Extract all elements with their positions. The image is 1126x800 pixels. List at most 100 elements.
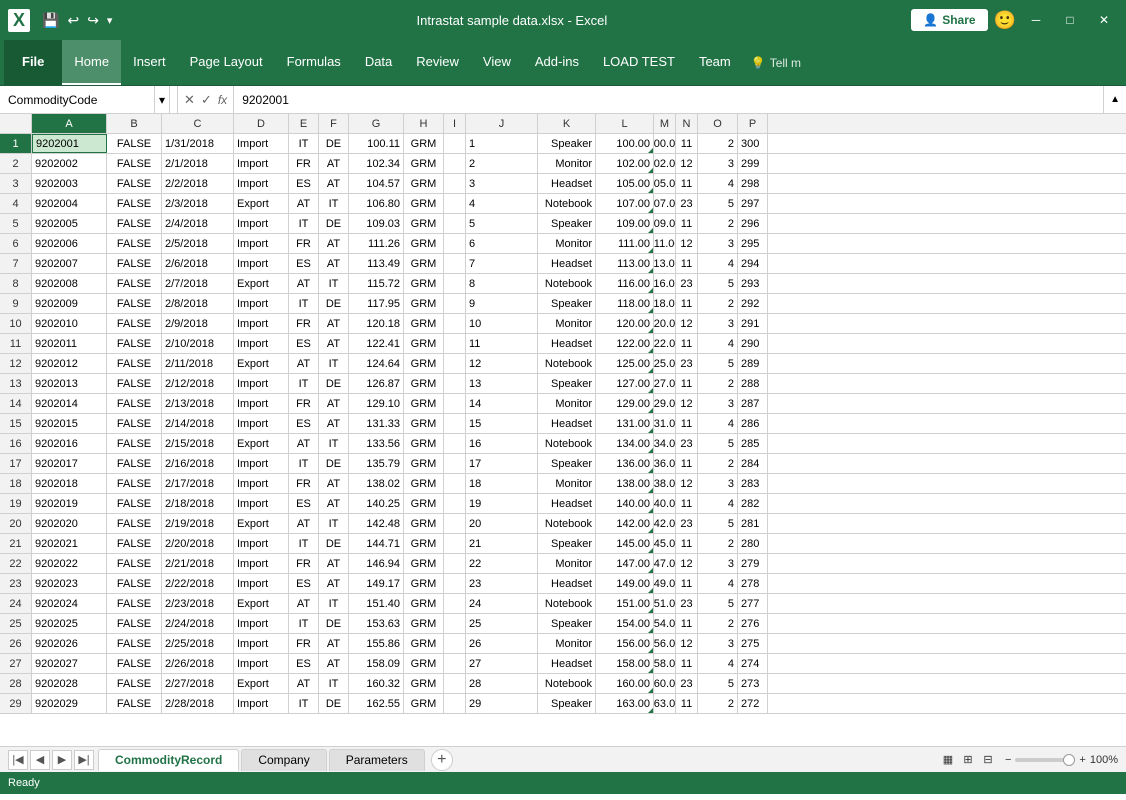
cell[interactable]: 274 — [738, 654, 768, 673]
cell[interactable]: 9202015 — [32, 414, 107, 433]
cell[interactable]: 2 — [698, 134, 738, 153]
cell[interactable]: 109.03 — [349, 214, 404, 233]
cell[interactable]: 138.02 — [349, 474, 404, 493]
cell[interactable]: FALSE — [107, 274, 162, 293]
cell[interactable]: Import — [234, 574, 289, 593]
add-sheet-button[interactable]: + — [431, 749, 453, 771]
cell[interactable]: IT — [319, 434, 349, 453]
cell[interactable]: GRM — [404, 214, 444, 233]
cell[interactable]: 9202024 — [32, 594, 107, 613]
cell[interactable]: ES — [289, 494, 319, 513]
cell[interactable]: 127.00 — [654, 374, 676, 393]
cell[interactable]: 158.00 — [596, 654, 654, 673]
row-number[interactable]: 21 — [0, 534, 32, 553]
cell[interactable]: 279 — [738, 554, 768, 573]
cell[interactable]: 3 — [698, 554, 738, 573]
cell[interactable] — [444, 694, 466, 713]
zoom-in-button[interactable]: + — [1079, 754, 1085, 766]
cell[interactable]: 111.26 — [349, 234, 404, 253]
formula-expand-button[interactable]: ▲ — [1103, 86, 1126, 114]
cell[interactable]: 109.00 — [654, 214, 676, 233]
cell[interactable]: 9202023 — [32, 574, 107, 593]
cell[interactable]: Speaker — [538, 374, 596, 393]
cell[interactable]: 163.00 — [654, 694, 676, 713]
cell[interactable]: 286 — [738, 414, 768, 433]
cell[interactable]: 2/15/2018 — [162, 434, 234, 453]
page-layout-view-button[interactable]: ⊞ — [959, 751, 977, 769]
cell[interactable]: Export — [234, 674, 289, 693]
cell[interactable]: 4 — [698, 334, 738, 353]
col-header-l[interactable]: L — [596, 114, 654, 133]
cell[interactable]: GRM — [404, 574, 444, 593]
cell[interactable]: 102.00 — [654, 154, 676, 173]
cell[interactable]: 7 — [466, 254, 538, 273]
cell[interactable]: IT — [289, 454, 319, 473]
row-number[interactable]: 20 — [0, 514, 32, 533]
row-number[interactable]: 11 — [0, 334, 32, 353]
cell[interactable]: AT — [319, 554, 349, 573]
cell[interactable]: 107.00 — [654, 194, 676, 213]
cell[interactable] — [444, 414, 466, 433]
cell[interactable]: 113.49 — [349, 254, 404, 273]
cell[interactable]: 142.00 — [654, 514, 676, 533]
sheet-tab-commodityrecord[interactable]: CommodityRecord — [98, 749, 239, 771]
cell[interactable] — [444, 354, 466, 373]
cell[interactable]: DE — [319, 454, 349, 473]
cell[interactable]: 10 — [466, 314, 538, 333]
cell[interactable]: 134.00 — [654, 434, 676, 453]
cell[interactable]: 11 — [676, 494, 698, 513]
cell[interactable]: 28 — [466, 674, 538, 693]
cell[interactable]: 2 — [698, 614, 738, 633]
cell[interactable]: 134.00 — [596, 434, 654, 453]
cell[interactable]: 4 — [698, 654, 738, 673]
cell[interactable]: 4 — [698, 414, 738, 433]
cell[interactable]: GRM — [404, 174, 444, 193]
cell[interactable]: 3 — [698, 314, 738, 333]
cell[interactable]: FALSE — [107, 594, 162, 613]
cell[interactable]: 160.00 — [596, 674, 654, 693]
cell[interactable]: 284 — [738, 454, 768, 473]
cell[interactable] — [444, 494, 466, 513]
cell[interactable]: GRM — [404, 554, 444, 573]
tell-me-input[interactable]: 💡 Tell m — [743, 40, 809, 85]
cell[interactable]: 297 — [738, 194, 768, 213]
cell[interactable]: ES — [289, 654, 319, 673]
cell[interactable] — [444, 274, 466, 293]
cell[interactable]: FALSE — [107, 154, 162, 173]
cell[interactable]: 156.00 — [654, 634, 676, 653]
cell[interactable]: 140.00 — [654, 494, 676, 513]
cell[interactable]: Notebook — [538, 434, 596, 453]
cell[interactable]: 4 — [698, 174, 738, 193]
cell[interactable]: AT — [319, 634, 349, 653]
cell[interactable]: 145.00 — [654, 534, 676, 553]
cell[interactable]: 9202004 — [32, 194, 107, 213]
cell[interactable]: 163.00 — [596, 694, 654, 713]
cell[interactable] — [444, 254, 466, 273]
cell[interactable]: IT — [289, 614, 319, 633]
cell[interactable]: GRM — [404, 394, 444, 413]
cell[interactable] — [444, 514, 466, 533]
cell[interactable]: FALSE — [107, 454, 162, 473]
cell[interactable]: ES — [289, 414, 319, 433]
row-number[interactable]: 5 — [0, 214, 32, 233]
cell[interactable]: 111.00 — [596, 234, 654, 253]
cell[interactable]: Monitor — [538, 234, 596, 253]
cell[interactable]: 22 — [466, 554, 538, 573]
col-header-o[interactable]: O — [698, 114, 738, 133]
cell[interactable]: 124.64 — [349, 354, 404, 373]
cell[interactable]: DE — [319, 694, 349, 713]
row-number[interactable]: 6 — [0, 234, 32, 253]
col-header-p[interactable]: P — [738, 114, 768, 133]
cell[interactable]: AT — [319, 174, 349, 193]
cell[interactable]: 11 — [676, 454, 698, 473]
cell[interactable]: 145.00 — [596, 534, 654, 553]
cell[interactable]: FALSE — [107, 514, 162, 533]
cell[interactable]: 2/9/2018 — [162, 314, 234, 333]
cell[interactable]: 2/12/2018 — [162, 374, 234, 393]
cell[interactable]: 294 — [738, 254, 768, 273]
cell[interactable]: DE — [319, 534, 349, 553]
cell[interactable]: 9202028 — [32, 674, 107, 693]
cell[interactable]: AT — [319, 254, 349, 273]
cell[interactable]: 23 — [676, 354, 698, 373]
cell[interactable]: 17 — [466, 454, 538, 473]
